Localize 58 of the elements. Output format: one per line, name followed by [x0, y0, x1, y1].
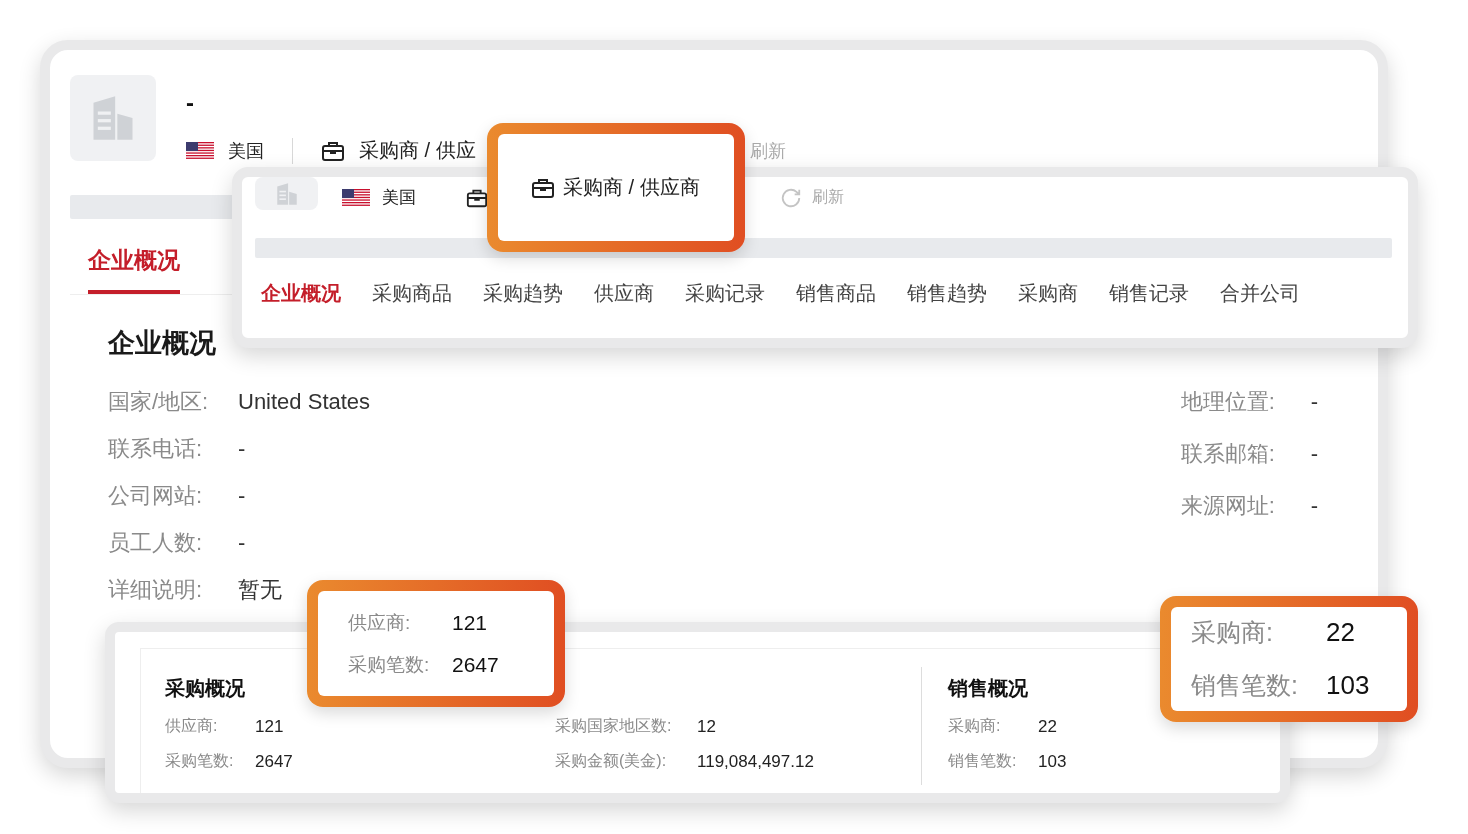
tab[interactable]: 采购商 [1018, 280, 1078, 307]
tab[interactable]: 合并公司 [1220, 280, 1300, 307]
field-value: 2647 [452, 652, 499, 677]
field-value: - [1310, 441, 1318, 467]
flag-icon [186, 141, 214, 160]
field-value: 22 [1038, 716, 1057, 737]
field-label: 国家/地区: [108, 388, 210, 416]
field-label: 联系电话: [108, 435, 204, 463]
overview-title: 销售概况 [948, 676, 1028, 701]
flag-icon [342, 188, 370, 207]
field-label: 员工人数: [108, 529, 204, 557]
country-label: 美国 [228, 139, 264, 163]
tab[interactable]: 供应商 [594, 280, 654, 307]
refresh-icon[interactable] [780, 186, 802, 209]
field-label: 销售笔数: [948, 751, 1018, 771]
field-label: 来源网址: [1180, 492, 1276, 520]
field-label: 采购笔数: [348, 652, 431, 677]
field-value: - [1310, 493, 1318, 519]
tab[interactable]: 采购记录 [685, 280, 765, 307]
role-label: 采购商 / 供应商 [563, 175, 700, 200]
field-label: 采购金额(美金): [555, 751, 668, 771]
field-value: United States [238, 389, 371, 415]
field-value: 2647 [255, 751, 293, 772]
field-value: 119,084,497.12 [697, 751, 814, 772]
field-value: - [238, 483, 246, 509]
field-value: 121 [452, 610, 488, 635]
field-value: 103 [1038, 751, 1067, 772]
tab[interactable]: 采购商品 [372, 280, 452, 307]
field-label: 采购国家地区数: [555, 716, 673, 736]
field-value: 121 [255, 716, 284, 737]
field-value: - [238, 530, 246, 556]
tab[interactable]: 企业概况 [88, 245, 180, 294]
country-label: 美国 [382, 187, 416, 209]
section-title: 企业概况 [108, 327, 217, 360]
field-value: 22 [1326, 617, 1355, 648]
field-label: 联系邮箱: [1180, 440, 1276, 468]
tab[interactable]: 销售记录 [1109, 280, 1189, 307]
overview-title: 采购概况 [165, 676, 245, 701]
field-label: 采购商: [1191, 617, 1274, 648]
field-label: 销售笔数: [1191, 670, 1299, 701]
field-label: 地理位置: [1180, 388, 1276, 416]
tab[interactable]: 销售趋势 [907, 280, 987, 307]
field-label: 供应商: [165, 716, 219, 736]
tab[interactable]: 采购趋势 [483, 280, 563, 307]
field-label: 公司网站: [108, 482, 204, 510]
tab[interactable]: 企业概况 [261, 280, 341, 307]
field-value: 暂无 [238, 576, 282, 604]
field-value: - [238, 436, 246, 462]
field-label: 采购商: [948, 716, 1002, 736]
field-label: 详细说明: [108, 576, 204, 604]
field-label: 采购笔数: [165, 751, 235, 771]
field-value: 12 [697, 716, 716, 737]
field-value: - [1310, 389, 1318, 415]
field-value: 103 [1326, 670, 1370, 701]
tab[interactable]: 销售商品 [796, 280, 876, 307]
field-label: 供应商: [348, 610, 412, 635]
role-label: 采购商 / 供应 [359, 138, 476, 163]
company-name: - [186, 91, 195, 115]
